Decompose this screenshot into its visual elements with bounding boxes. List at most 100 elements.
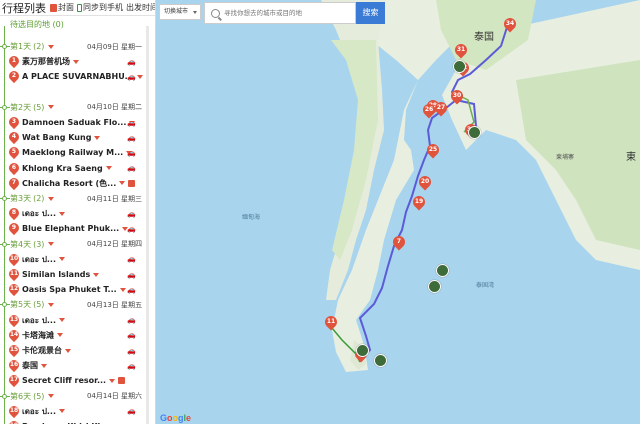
itinerary-item[interactable]: 1 素万那普机场 🚗 [0,54,146,69]
pin-number: 16 [9,361,19,369]
chevron-down-icon[interactable] [65,348,71,353]
chevron-down-icon[interactable] [41,363,47,368]
pin-number: 9 [11,224,17,232]
photo-marker[interactable] [374,354,387,367]
day-header[interactable]: 第1天 (2) 04月09日 星期一 [0,39,146,54]
chevron-down-icon[interactable] [59,318,66,323]
chevron-down-icon[interactable] [48,196,55,201]
city-select[interactable]: 切换城市 [159,4,201,20]
itinerary-item[interactable]: 9 Blue Elephant Phuk... 🚗 [0,221,146,236]
itinerary-item[interactable]: 19Prachuap Khiri Kha...🚗 [0,418,146,424]
photo-marker[interactable] [436,264,449,277]
map-pin[interactable]: 30 [448,87,466,106]
transport-icon[interactable]: 🚗 [127,149,136,157]
cover-link[interactable]: 封面 [50,2,74,13]
map-pin[interactable]: 27 [432,99,450,118]
chevron-down-icon[interactable] [119,287,126,292]
itinerary-item[interactable]: 13 เดอะ ป... 🚗 [0,312,146,328]
pin-number: 3 [11,118,17,125]
itinerary-item[interactable]: 7 Chalicha Resort (色... [0,175,146,191]
sync-label: 同步到手机 [83,3,123,12]
panel-scrollbar[interactable] [146,26,149,424]
photo-marker[interactable] [468,126,481,139]
map-pin-icon: 12 [6,282,22,297]
transport-icon[interactable]: 🚗 [127,286,136,294]
chevron-down-icon[interactable] [59,409,66,414]
chevron-down-icon[interactable] [105,166,112,171]
chevron-down-icon[interactable] [136,74,143,79]
itinerary-item[interactable]: 18 เดอะ ป... 🚗 [0,403,146,419]
map-view[interactable]: 泰国 東 缅甸海 泰国湾 柬埔寨 34313229302627252019711… [156,0,640,424]
chevron-down-icon[interactable] [48,242,55,247]
chevron-down-icon[interactable] [48,302,55,307]
chevron-down-icon[interactable] [59,257,66,262]
day-count: (3) [33,239,45,249]
chevron-down-icon[interactable] [59,211,66,216]
transport-icon[interactable]: 🚗 [127,73,136,81]
transport-icon[interactable]: 🚗 [127,271,136,279]
day-header[interactable]: 第5天 (5) 04月13日 星期五 [0,297,146,312]
chevron-down-icon[interactable] [57,333,63,338]
chevron-down-icon[interactable] [48,44,55,49]
chevron-down-icon[interactable] [109,378,116,383]
place-name: Maeklong Railway M... [22,148,124,158]
itinerary-item[interactable]: 17 Secret Cliff resor... [0,373,146,388]
transport-icon[interactable]: 🚗 [127,119,136,127]
photo-marker[interactable] [356,344,369,357]
timeline-dot [2,393,7,399]
itinerary-item[interactable]: 16 泰国 🚗 [0,358,146,373]
itinerary-item[interactable]: 15 卡伦观景台 🚗 [0,342,146,358]
day-header[interactable]: 第2天 (5) 04月10日 星期二 [0,100,146,115]
transport-icon[interactable]: 🚗 [127,255,136,263]
itinerary-item[interactable]: 8 เดอะ ป... 🚗 [0,206,146,221]
chevron-down-icon[interactable] [119,181,126,186]
transport-icon[interactable]: 🚗 [127,58,136,66]
search-button[interactable]: 搜索 [356,2,385,24]
map-pin[interactable]: 20 [416,173,434,192]
chevron-down-icon[interactable] [48,105,55,110]
search-input[interactable] [224,9,354,17]
map-pin-icon: 2 [6,69,22,84]
transport-icon[interactable]: 🚗 [127,407,136,415]
map-pin[interactable]: 25 [424,141,442,160]
day-label: 第6天 [10,391,32,401]
itinerary-item[interactable]: 14 卡塔海滩 🚗 [0,327,146,343]
day-header[interactable]: 第3天 (2) 04月11日 星期三 [0,191,146,206]
itinerary-item[interactable]: 6 Khlong Kra Saeng 🚗 [0,160,146,176]
map-pin[interactable]: 34 [501,15,519,34]
itinerary-item[interactable]: 4 Wat Bang Kung 🚗 [0,130,146,145]
transport-icon[interactable]: 🚗 [127,347,136,355]
itinerary-item[interactable]: 5 Maeklong Railway M... 🚗 [0,145,146,160]
photo-marker[interactable] [453,60,466,73]
transport-icon[interactable]: 🚗 [127,331,136,339]
departure-time-link[interactable]: 出发时间 [126,2,155,13]
search-field[interactable] [204,2,356,24]
itinerary-item[interactable]: 10 เดอะ ป... 🚗 [0,251,146,267]
itinerary-item[interactable]: 3 Damnoen Saduak Flo... 🚗 [0,114,146,130]
itinerary-item[interactable]: 11 Similan Islands 🚗 [0,266,146,282]
transport-icon[interactable]: 🚗 [127,362,136,370]
transport-icon[interactable]: 🚗 [127,225,136,233]
sync-phone-link[interactable]: 同步到手机 [77,2,123,13]
map-pin-icon: 18 [6,403,22,418]
itinerary-item[interactable]: 12 Oasis Spa Phuket T... 🚗 [0,282,146,297]
day-header[interactable]: 第6天 (5) 04月14日 星期六 [0,389,146,404]
chevron-down-icon[interactable] [93,272,100,277]
transport-icon[interactable]: 🚗 [127,164,136,172]
map-pin[interactable]: 19 [410,193,428,212]
photo-marker[interactable] [428,280,441,293]
pending-destinations[interactable]: 待选目的地 (0) [0,17,146,32]
chevron-down-icon[interactable] [94,135,101,140]
map-pin[interactable]: 31 [452,41,470,60]
transport-icon[interactable]: 🚗 [127,210,136,218]
transport-icon[interactable]: 🚗 [127,134,136,142]
chevron-down-icon[interactable] [48,394,55,399]
chevron-down-icon[interactable] [73,59,79,64]
map-pin-icon: 14 [6,327,22,342]
map-pin[interactable]: 11 [322,313,340,332]
place-name: Oasis Spa Phuket T... [22,285,117,295]
day-header[interactable]: 第4天 (3) 04月12日 星期四 [0,237,146,252]
itinerary-item[interactable]: 2 A PLACE SUVARNABHU... 🚗 [0,69,146,84]
transport-icon[interactable]: 🚗 [127,316,136,324]
map-pin[interactable]: 7 [390,233,408,252]
